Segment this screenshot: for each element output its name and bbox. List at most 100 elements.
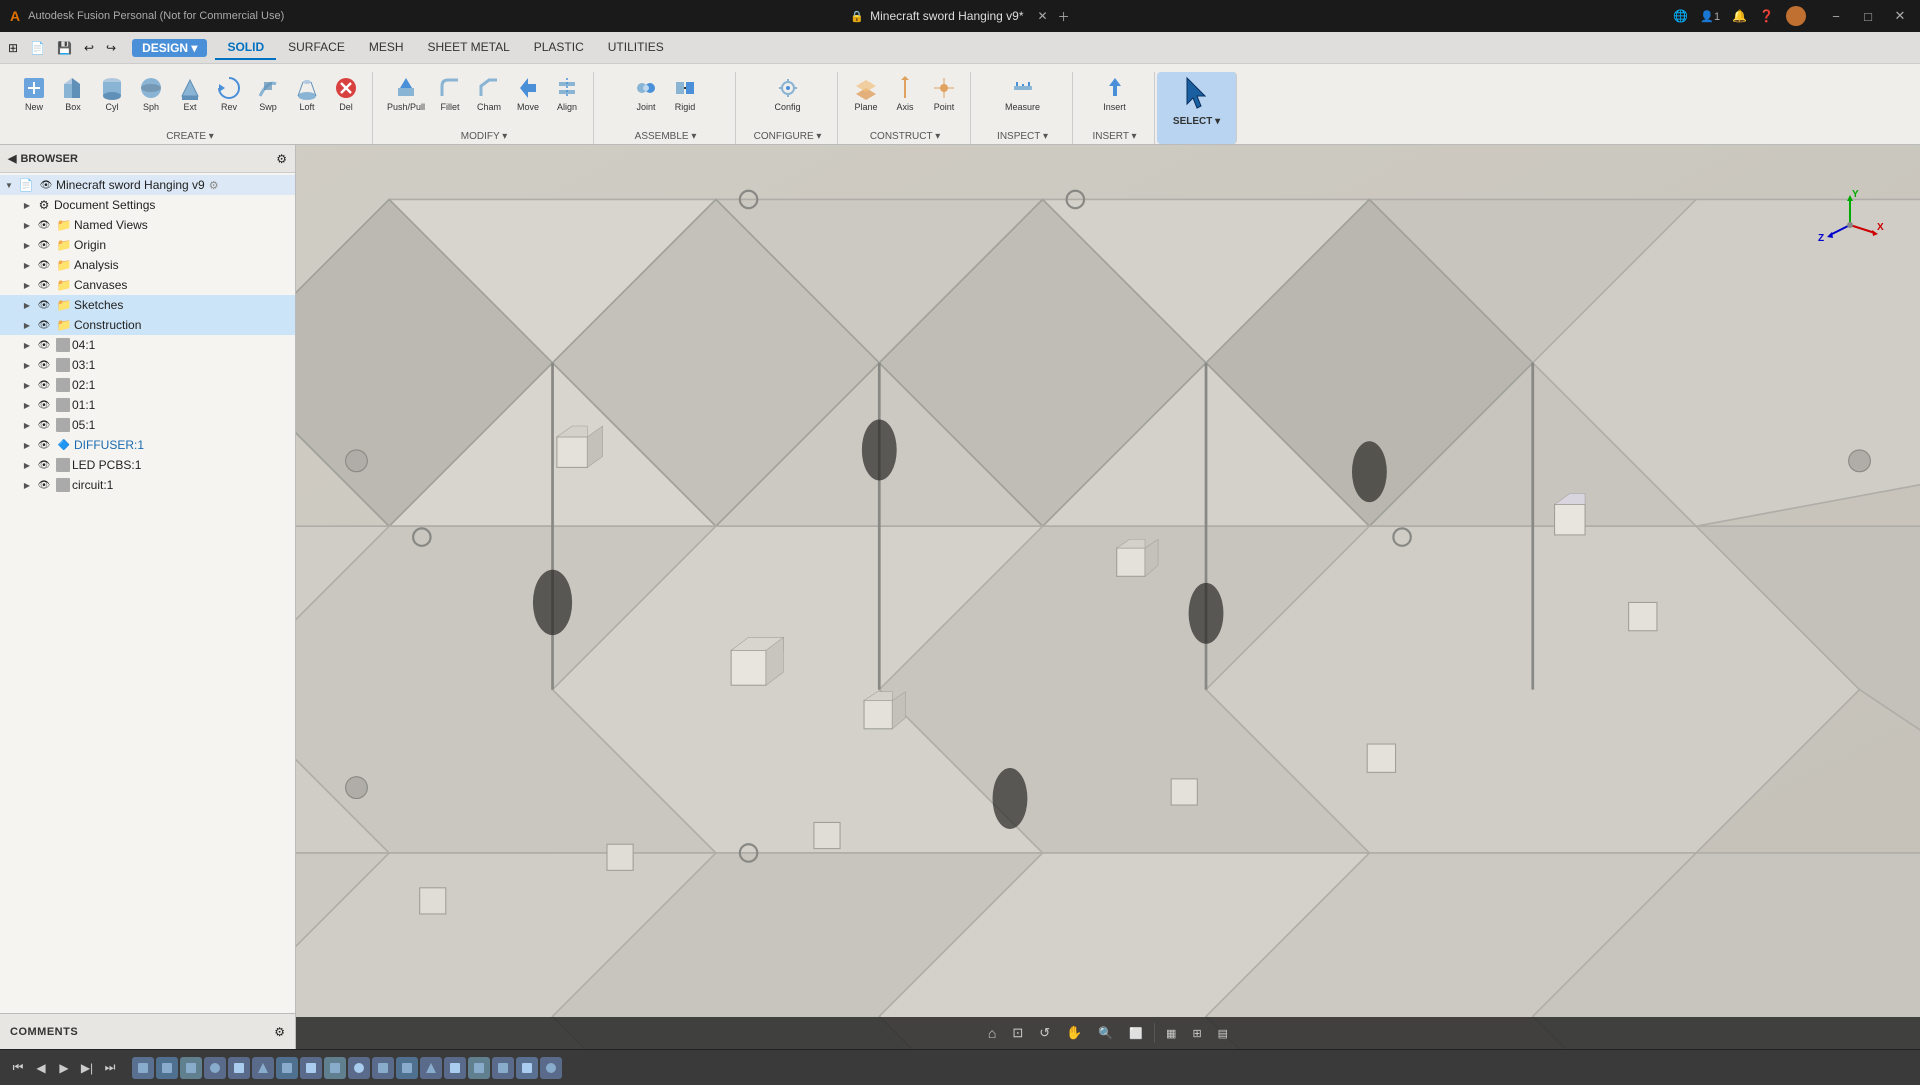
undo-btn[interactable]: ↩ xyxy=(80,39,98,57)
zoom-btn[interactable]: 🔍 xyxy=(1093,1023,1118,1043)
offset-plane-btn[interactable]: Plane xyxy=(848,72,884,114)
close-button[interactable]: ✕ xyxy=(1890,6,1910,26)
tl-item-1[interactable] xyxy=(132,1057,154,1079)
origin-item[interactable]: ▶ 👁 📁 Origin xyxy=(0,235,295,255)
tab-plastic[interactable]: PLASTIC xyxy=(522,36,596,60)
body-02-item[interactable]: ▶ 👁 02:1 xyxy=(0,375,295,395)
press-pull-btn[interactable]: Push/Pull xyxy=(383,72,429,114)
browser-settings-icon[interactable]: ⚙ xyxy=(276,152,287,166)
browser-collapse-icon[interactable]: ◀ xyxy=(8,152,16,165)
go-end-btn[interactable]: ⏭ xyxy=(100,1058,120,1078)
eye-icon-01[interactable]: 👁 xyxy=(36,397,52,413)
eye-icon-diffuser[interactable]: 👁 xyxy=(36,437,52,453)
tl-item-11[interactable] xyxy=(372,1057,394,1079)
redo-btn[interactable]: ↪ xyxy=(102,39,120,57)
maximize-button[interactable]: □ xyxy=(1858,6,1878,26)
configure-btn[interactable]: Config xyxy=(770,72,806,114)
rigid-group-btn[interactable]: Rigid xyxy=(667,72,703,114)
joint-btn[interactable]: Joint xyxy=(628,72,664,114)
named-views-item[interactable]: ▶ 👁 📁 Named Views xyxy=(0,215,295,235)
eye-icon-origin[interactable]: 👁 xyxy=(36,237,52,253)
new-component-btn[interactable]: New xyxy=(16,72,52,114)
led-pcbs-expand[interactable]: ▶ xyxy=(20,458,34,472)
tl-item-10[interactable] xyxy=(348,1057,370,1079)
pan-btn[interactable]: ✋ xyxy=(1061,1022,1087,1044)
circuit-item[interactable]: ▶ 👁 circuit:1 xyxy=(0,475,295,495)
orbit-btn[interactable]: ↺ xyxy=(1034,1022,1055,1044)
tab-utilities[interactable]: UTILITIES xyxy=(596,36,676,60)
sphere-btn[interactable]: Sph xyxy=(133,72,169,114)
axis-btn[interactable]: Axis xyxy=(887,72,923,114)
loft-btn[interactable]: Loft xyxy=(289,72,325,114)
visibility-icon[interactable]: 👁 xyxy=(38,177,54,193)
tl-item-5[interactable] xyxy=(228,1057,250,1079)
display-mode-btn[interactable]: ▤ xyxy=(1213,1024,1233,1043)
help-icon[interactable]: ❓ xyxy=(1759,9,1774,23)
eye-icon-05[interactable]: 👁 xyxy=(36,417,52,433)
tl-item-14[interactable] xyxy=(444,1057,466,1079)
home-view-btn[interactable]: ⌂ xyxy=(983,1022,1001,1044)
user-avatar[interactable] xyxy=(1786,6,1806,26)
tl-item-12[interactable] xyxy=(396,1057,418,1079)
file-menu[interactable]: 📄 xyxy=(26,39,49,57)
close-tab-icon[interactable]: ✕ xyxy=(1038,9,1048,23)
point-btn[interactable]: Point xyxy=(926,72,962,114)
play-btn[interactable]: ▶ xyxy=(54,1058,74,1078)
eye-icon-analysis[interactable]: 👁 xyxy=(36,257,52,273)
tl-item-4[interactable] xyxy=(204,1057,226,1079)
eye-icon-sketches[interactable]: 👁 xyxy=(36,297,52,313)
body-02-expand[interactable]: ▶ xyxy=(20,378,34,392)
origin-expand[interactable]: ▶ xyxy=(20,238,34,252)
construction-item[interactable]: ▶ 👁 📁 Construction xyxy=(0,315,295,335)
eye-icon-named[interactable]: 👁 xyxy=(36,217,52,233)
canvases-expand[interactable]: ▶ xyxy=(20,278,34,292)
move-copy-btn[interactable]: Move xyxy=(510,72,546,114)
analysis-item[interactable]: ▶ 👁 📁 Analysis xyxy=(0,255,295,275)
tl-item-2[interactable] xyxy=(156,1057,178,1079)
tab-mesh[interactable]: MESH xyxy=(357,36,416,60)
body-03-item[interactable]: ▶ 👁 03:1 xyxy=(0,355,295,375)
eye-icon-03[interactable]: 👁 xyxy=(36,357,52,373)
display-settings-btn[interactable]: ▦ xyxy=(1161,1024,1181,1043)
tl-item-8[interactable] xyxy=(300,1057,322,1079)
sketches-item[interactable]: ▶ 👁 📁 Sketches xyxy=(0,295,295,315)
diffuser-expand[interactable]: ▶ xyxy=(20,438,34,452)
body-01-item[interactable]: ▶ 👁 01:1 xyxy=(0,395,295,415)
eye-icon-led[interactable]: 👁 xyxy=(36,457,52,473)
view-gizmo[interactable]: X Y Z xyxy=(1810,185,1890,265)
analysis-expand[interactable]: ▶ xyxy=(20,258,34,272)
eye-icon-canvases[interactable]: 👁 xyxy=(36,277,52,293)
viewport[interactable]: 🔒 Read-Only: Document is not editable Ma… xyxy=(296,145,1920,1049)
select-btn[interactable]: SELECT ▾ xyxy=(1167,72,1226,129)
new-tab-icon[interactable]: ＋ xyxy=(1058,8,1070,25)
body-04-expand[interactable]: ▶ xyxy=(20,338,34,352)
body-04-item[interactable]: ▶ 👁 04:1 xyxy=(0,335,295,355)
zoom-window-btn[interactable]: ⬜ xyxy=(1124,1024,1148,1043)
save-btn[interactable]: 💾 xyxy=(53,39,76,57)
led-pcbs-item[interactable]: ▶ 👁 LED PCBS:1 xyxy=(0,455,295,475)
tl-item-13[interactable] xyxy=(420,1057,442,1079)
eye-icon-circuit[interactable]: 👁 xyxy=(36,477,52,493)
body-03-expand[interactable]: ▶ xyxy=(20,358,34,372)
named-views-expand[interactable]: ▶ xyxy=(20,218,34,232)
app-icon-menu[interactable]: ⊞ xyxy=(4,39,22,57)
world-icon[interactable]: 🌐 xyxy=(1673,9,1688,23)
fit-view-btn[interactable]: ⊡ xyxy=(1007,1022,1028,1044)
root-item[interactable]: ▼ 📄 👁 Minecraft sword Hanging v9 ⚙ xyxy=(0,175,295,195)
extrude-btn[interactable]: Ext xyxy=(172,72,208,114)
tl-item-6[interactable] xyxy=(252,1057,274,1079)
canvases-item[interactable]: ▶ 👁 📁 Canvases xyxy=(0,275,295,295)
delete-btn[interactable]: Del xyxy=(328,72,364,114)
root-settings-icon[interactable]: ⚙ xyxy=(209,179,219,192)
body-05-expand[interactable]: ▶ xyxy=(20,418,34,432)
measure-btn[interactable]: Measure xyxy=(1001,72,1044,114)
tab-surface[interactable]: SURFACE xyxy=(276,36,357,60)
doc-settings-item[interactable]: ▶ ⚙ Document Settings xyxy=(0,195,295,215)
grid-btn[interactable]: ⊞ xyxy=(1187,1024,1206,1043)
cylinder-btn[interactable]: Cyl xyxy=(94,72,130,114)
tl-item-9[interactable] xyxy=(324,1057,346,1079)
sketches-expand[interactable]: ▶ xyxy=(20,298,34,312)
next-frame-btn[interactable]: ▶| xyxy=(77,1058,97,1078)
eye-icon-04[interactable]: 👁 xyxy=(36,337,52,353)
circuit-expand[interactable]: ▶ xyxy=(20,478,34,492)
